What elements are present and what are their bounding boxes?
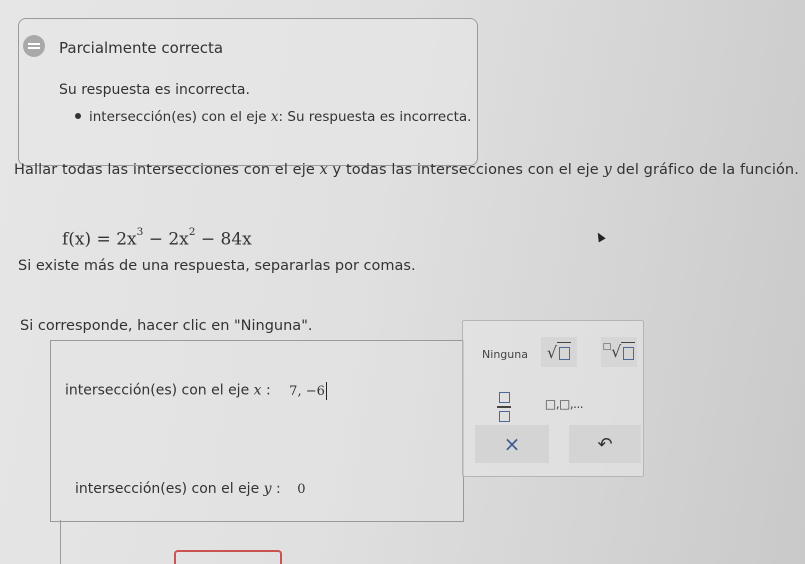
question-instruction: Hallar todas las intersecciones con el e…	[14, 162, 799, 178]
feedback-detail: intersección(es) con el eje x: Su respue…	[75, 109, 472, 125]
hint-multiple: Si existe más de una respuesta, separarl…	[18, 258, 416, 274]
text-cursor	[325, 382, 327, 400]
instruction-y-var: y	[603, 162, 612, 178]
bullet-icon	[75, 113, 81, 119]
y-intercept-input[interactable]: 0	[297, 482, 305, 497]
feedback-status: Parcialmente correcta	[59, 39, 224, 57]
x-intercept-label: intersección(es) con el eje	[65, 382, 254, 399]
clear-button[interactable]: ×	[475, 425, 549, 463]
y-intercept-label: intersección(es) con el eje	[75, 481, 264, 497]
feedback-detail-prefix: intersección(es) con el eje	[89, 109, 271, 125]
feedback-detail-suffix: : Su respuesta es incorrecta.	[278, 109, 472, 125]
nth-root-button[interactable]: □√	[601, 337, 637, 367]
feedback-lines-icon	[23, 35, 45, 57]
nth-root-index: □	[602, 342, 612, 353]
hint-none: Si corresponde, hacer clic en "Ninguna".	[20, 318, 313, 334]
fraction-button[interactable]	[489, 389, 519, 425]
function-formula: f(x) = 2x3 − 2x2 − 84x	[62, 226, 252, 249]
y-intercept-var: y	[263, 481, 272, 497]
sqrt-button[interactable]: √	[541, 337, 577, 367]
feedback-detail-var: x	[270, 109, 279, 125]
x-intercept-var: x	[253, 382, 262, 399]
math-palette: Ninguna √ □√ □,□,... × ↶	[462, 320, 644, 477]
x-intercept-row: intersección(es) con el eje x : 7, −6	[65, 382, 327, 400]
nth-root-symbol: √	[611, 342, 622, 362]
answer-box: intersección(es) con el eje x : 7, −6 in…	[50, 340, 464, 522]
list-button[interactable]: □,□,...	[541, 393, 587, 415]
undo-button[interactable]: ↶	[569, 425, 641, 463]
y-intercept-colon: :	[271, 481, 281, 497]
instruction-part-b: y todas las intersecciones con el eje	[327, 162, 604, 178]
page: Parcialmente correcta Su respuesta es in…	[0, 0, 805, 564]
formula-mid: − 2x	[143, 229, 189, 250]
x-intercept-colon: :	[261, 382, 271, 399]
formula-lhs: f(x) = 2x	[62, 229, 137, 250]
instruction-part-c: del gráfico de la función.	[611, 162, 799, 178]
instruction-part-a: Hallar todas las intersecciones con el e…	[14, 162, 320, 178]
sqrt-symbol: √	[546, 342, 558, 362]
feedback-summary: Su respuesta es incorrecta.	[59, 82, 250, 98]
formula-rhs: − 84x	[195, 229, 252, 250]
nth-root-radicand	[621, 341, 636, 362]
y-intercept-value: 0	[297, 482, 306, 497]
ninguna-button[interactable]: Ninguna	[475, 343, 535, 365]
x-intercept-value: 7, −6	[289, 383, 325, 399]
nth-root-icon: □√	[602, 341, 636, 362]
check-button-tab[interactable]	[174, 550, 282, 564]
fraction-numerator-icon	[498, 392, 510, 404]
fraction-bar-icon	[497, 406, 511, 408]
sqrt-icon: √	[546, 341, 572, 362]
y-intercept-row: intersección(es) con el eje y : 0	[75, 481, 305, 497]
sqrt-radicand	[557, 341, 572, 362]
fraction-denominator-icon	[498, 410, 510, 422]
instruction-x-var: x	[319, 162, 328, 178]
x-intercept-input[interactable]: 7, −6	[289, 382, 327, 400]
placeholder-box-icon	[559, 346, 571, 360]
feedback-panel: Parcialmente correcta Su respuesta es in…	[18, 18, 478, 166]
placeholder-box-icon	[623, 346, 635, 360]
mouse-pointer-icon	[594, 230, 606, 243]
